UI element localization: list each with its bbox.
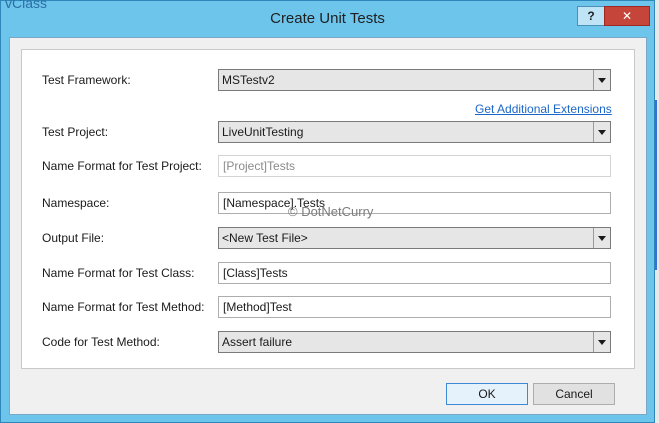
namespace-field[interactable]: [Namespace].Tests (218, 192, 611, 214)
chevron-down-icon[interactable] (593, 70, 610, 90)
name-format-class-row: Name Format for Test Class: [Class]Tests (22, 262, 634, 284)
create-unit-tests-dialog: vClass Create Unit Tests ? ✕ Test Framew… (0, 0, 655, 423)
chevron-down-icon[interactable] (593, 122, 610, 142)
name-format-project-label: Name Format for Test Project: (42, 159, 202, 173)
dialog-client-area: Test Framework: MSTestv2 Get Additional … (9, 37, 647, 415)
name-format-class-field[interactable]: [Class]Tests (218, 262, 611, 284)
code-for-method-dropdown[interactable]: Assert failure (218, 331, 611, 353)
cancel-button[interactable]: Cancel (533, 383, 615, 405)
code-for-method-value: Assert failure (222, 335, 293, 349)
output-file-row: Output File: <New Test File> (22, 227, 634, 249)
output-file-value: <New Test File> (222, 231, 308, 245)
background-window-accent (655, 100, 657, 270)
chevron-down-icon[interactable] (593, 228, 610, 248)
settings-panel: Test Framework: MSTestv2 Get Additional … (21, 49, 635, 369)
code-for-method-label: Code for Test Method: (42, 335, 160, 349)
test-project-dropdown[interactable]: LiveUnitTesting (218, 121, 611, 143)
output-file-dropdown[interactable]: <New Test File> (218, 227, 611, 249)
name-format-method-label: Name Format for Test Method: (42, 300, 205, 314)
watermark: © DotNetCurry (288, 204, 374, 219)
test-project-value: LiveUnitTesting (222, 125, 304, 139)
namespace-label: Namespace: (42, 196, 110, 210)
dialog-title: Create Unit Tests (270, 10, 385, 27)
test-framework-value: MSTestv2 (222, 73, 275, 87)
chevron-down-icon[interactable] (593, 332, 610, 352)
name-format-method-row: Name Format for Test Method: [Method]Tes… (22, 296, 634, 318)
test-framework-label: Test Framework: (42, 73, 131, 87)
test-framework-dropdown[interactable]: MSTestv2 (218, 69, 611, 91)
test-framework-row: Test Framework: MSTestv2 (22, 69, 634, 91)
help-button[interactable]: ? (577, 6, 605, 26)
get-additional-extensions-link[interactable]: Get Additional Extensions (475, 102, 612, 116)
ok-button[interactable]: OK (446, 383, 528, 405)
test-project-row: Test Project: LiveUnitTesting (22, 121, 634, 143)
title-bar: vClass Create Unit Tests ? ✕ (1, 0, 654, 37)
code-for-method-row: Code for Test Method: Assert failure (22, 331, 634, 353)
name-format-class-label: Name Format for Test Class: (42, 266, 195, 280)
close-button[interactable]: ✕ (604, 6, 650, 26)
name-format-project-field: [Project]Tests (218, 155, 611, 177)
test-project-label: Test Project: (42, 125, 109, 139)
name-format-project-row: Name Format for Test Project: [Project]T… (22, 155, 634, 177)
name-format-method-field[interactable]: [Method]Test (218, 296, 611, 318)
output-file-label: Output File: (42, 231, 105, 245)
